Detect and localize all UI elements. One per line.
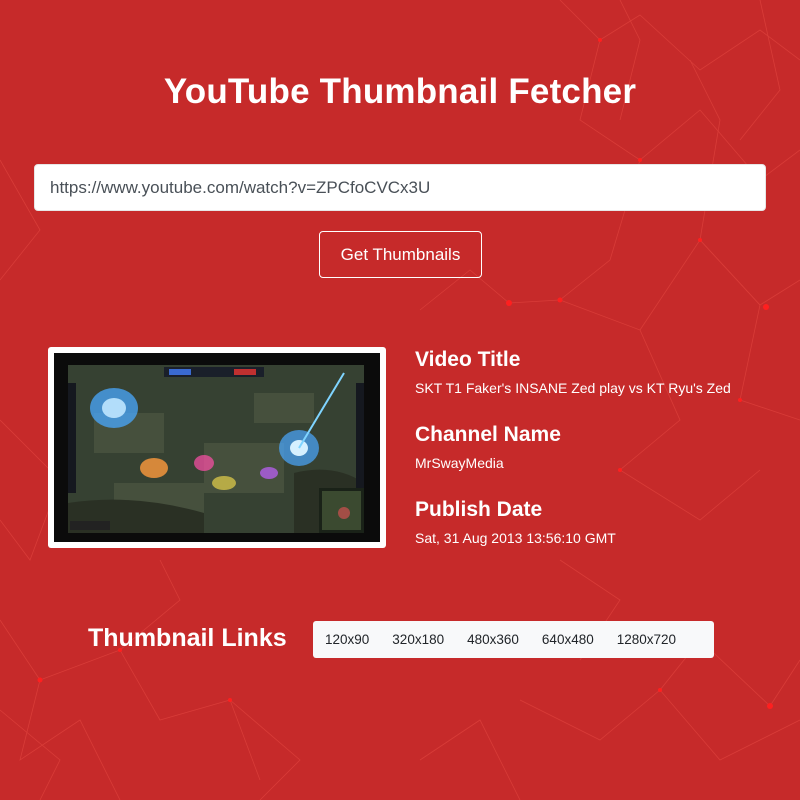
thumbnail-link-120x90[interactable]: 120x90 xyxy=(325,632,369,647)
channel-name-section: Channel Name MrSwayMedia xyxy=(415,423,561,471)
thumbnail-link-480x360[interactable]: 480x360 xyxy=(467,632,519,647)
video-title-value: SKT T1 Faker's INSANE Zed play vs KT Ryu… xyxy=(415,380,731,396)
thumbnail-links-heading: Thumbnail Links xyxy=(88,624,287,652)
youtube-url-input[interactable] xyxy=(34,164,766,211)
publish-date-value: Sat, 31 Aug 2013 13:56:10 GMT xyxy=(415,530,616,546)
video-title-section: Video Title SKT T1 Faker's INSANE Zed pl… xyxy=(415,348,731,396)
channel-name-value: MrSwayMedia xyxy=(415,455,504,471)
publish-date-heading: Publish Date xyxy=(415,498,543,521)
thumbnail-links-group: 120x90 320x180 480x360 640x480 1280x720 xyxy=(313,621,714,658)
thumbnail-link-1280x720[interactable]: 1280x720 xyxy=(617,632,676,647)
get-thumbnails-button[interactable]: Get Thumbnails xyxy=(319,231,482,278)
publish-date-section: Publish Date Sat, 31 Aug 2013 13:56:10 G… xyxy=(415,498,616,546)
video-title-heading: Video Title xyxy=(415,348,521,371)
main-content: YouTube Thumbnail Fetcher Get Thumbnails xyxy=(0,0,800,800)
thumbnail-link-640x480[interactable]: 640x480 xyxy=(542,632,594,647)
thumbnail-link-320x180[interactable]: 320x180 xyxy=(392,632,444,647)
page-title: YouTube Thumbnail Fetcher xyxy=(163,72,637,111)
channel-name-heading: Channel Name xyxy=(415,423,561,446)
video-thumbnail-image xyxy=(54,353,380,542)
thumbnail-preview xyxy=(48,347,386,548)
